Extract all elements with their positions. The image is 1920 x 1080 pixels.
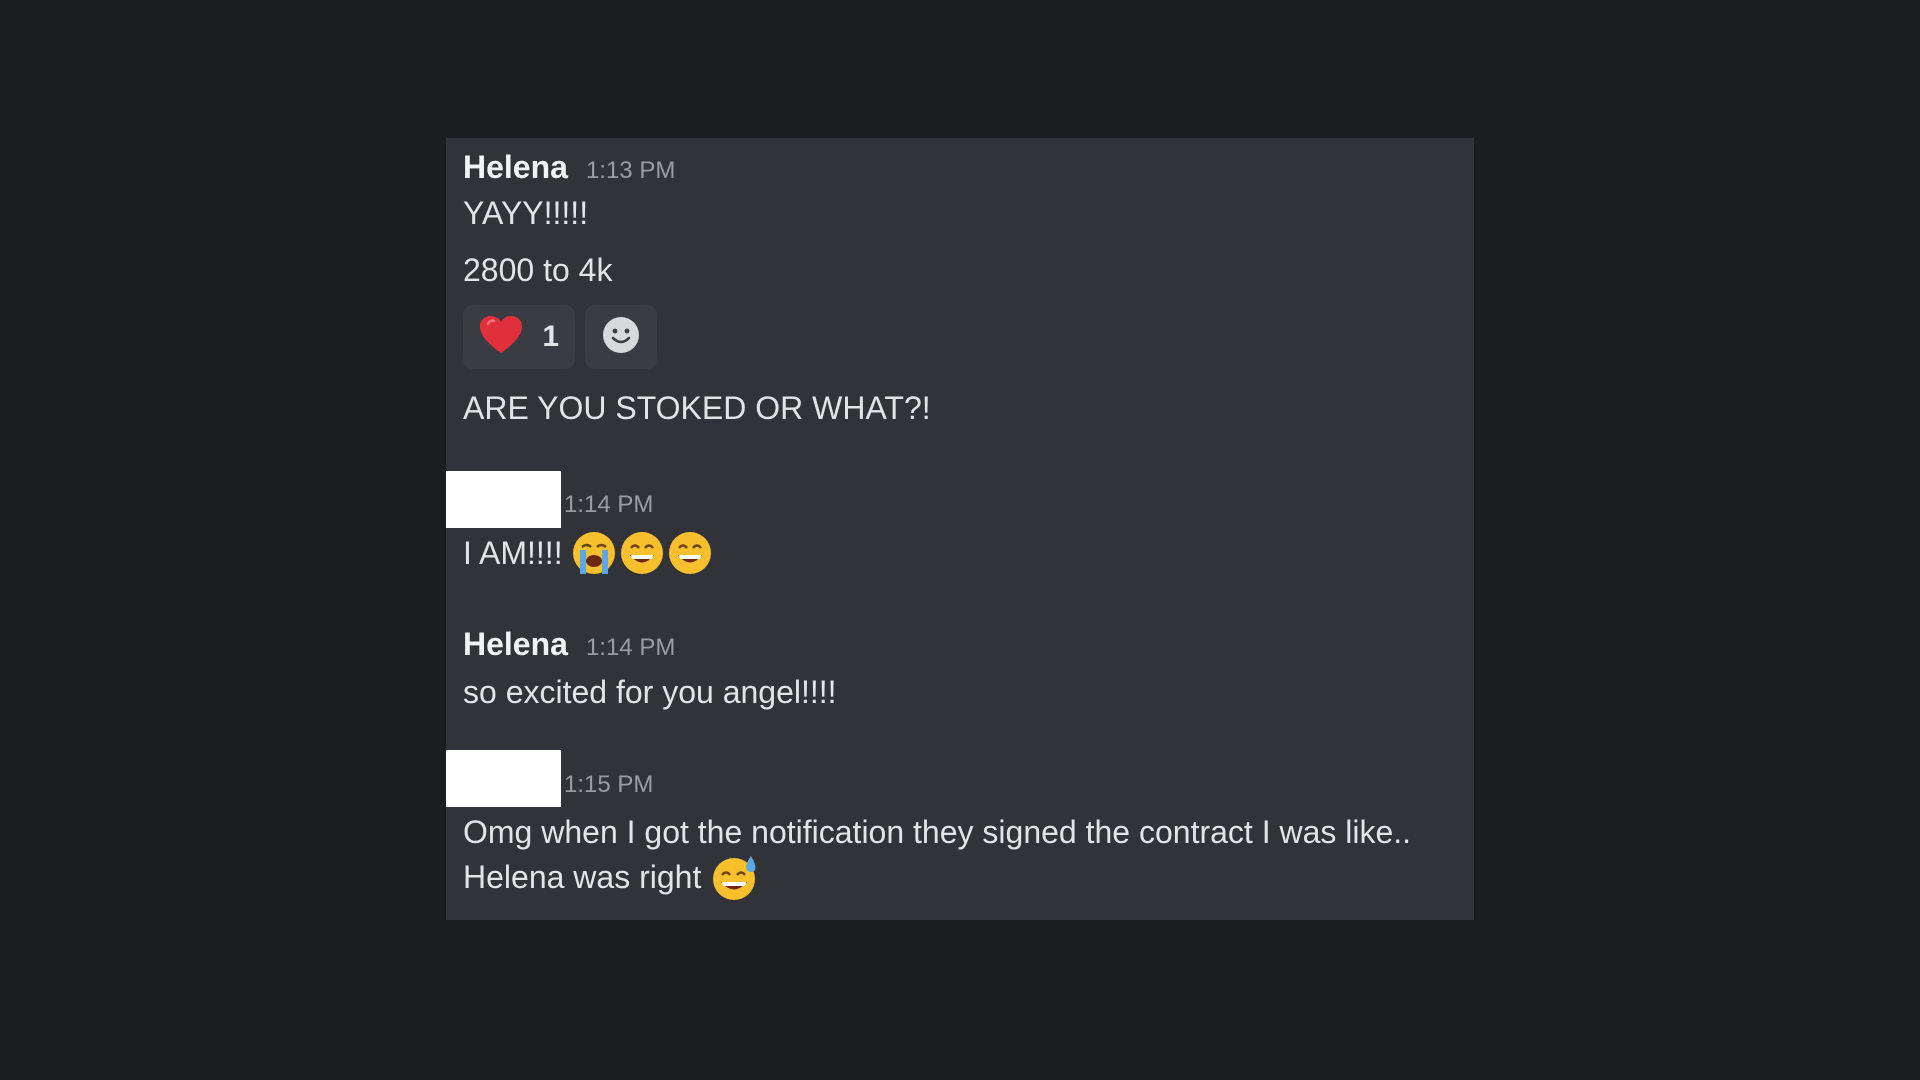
reactions-bar: 1: [463, 305, 657, 369]
loudly-crying-face-icon: [571, 530, 617, 576]
reaction-count: 1: [542, 320, 559, 353]
add-reaction-button[interactable]: [585, 305, 657, 369]
redacted-author-name: [446, 471, 561, 528]
author-name[interactable]: Helena: [463, 148, 568, 186]
grinning-sweat-face-icon: [711, 854, 757, 900]
heart-reaction[interactable]: 1: [463, 305, 575, 369]
message-header: Helena 1:14 PM: [463, 625, 675, 663]
message-text: YAYY!!!!!: [463, 195, 589, 231]
message-text: so excited for you angel!!!!: [463, 674, 837, 710]
grinning-face-icon: [619, 530, 665, 576]
message-text: 2800 to 4k: [463, 252, 613, 288]
grinning-face-icon: [667, 530, 713, 576]
redacted-author-name: [446, 750, 561, 807]
timestamp: 1:13 PM: [585, 157, 676, 184]
message-text: Helena was right: [463, 859, 702, 895]
red-heart-icon: [479, 315, 523, 360]
message-header: Helena 1:13 PM: [463, 148, 675, 186]
timestamp: 1:14 PM: [585, 634, 676, 661]
message-text: I AM!!!!: [463, 535, 563, 571]
timestamp: 1:14 PM: [564, 491, 654, 518]
message-text: Omg when I got the notification they sig…: [463, 814, 1412, 850]
add-reaction-smiley-icon: [602, 316, 640, 359]
message-content: Helena was right: [463, 854, 757, 900]
message-text: ARE YOU STOKED OR WHAT?!: [463, 390, 931, 426]
message-content: I AM!!!!: [463, 530, 713, 576]
author-name[interactable]: Helena: [463, 625, 568, 663]
chat-panel: Helena 1:13 PM YAYY!!!!! 2800 to 4k 1 AR…: [446, 138, 1474, 920]
timestamp: 1:15 PM: [564, 771, 654, 798]
